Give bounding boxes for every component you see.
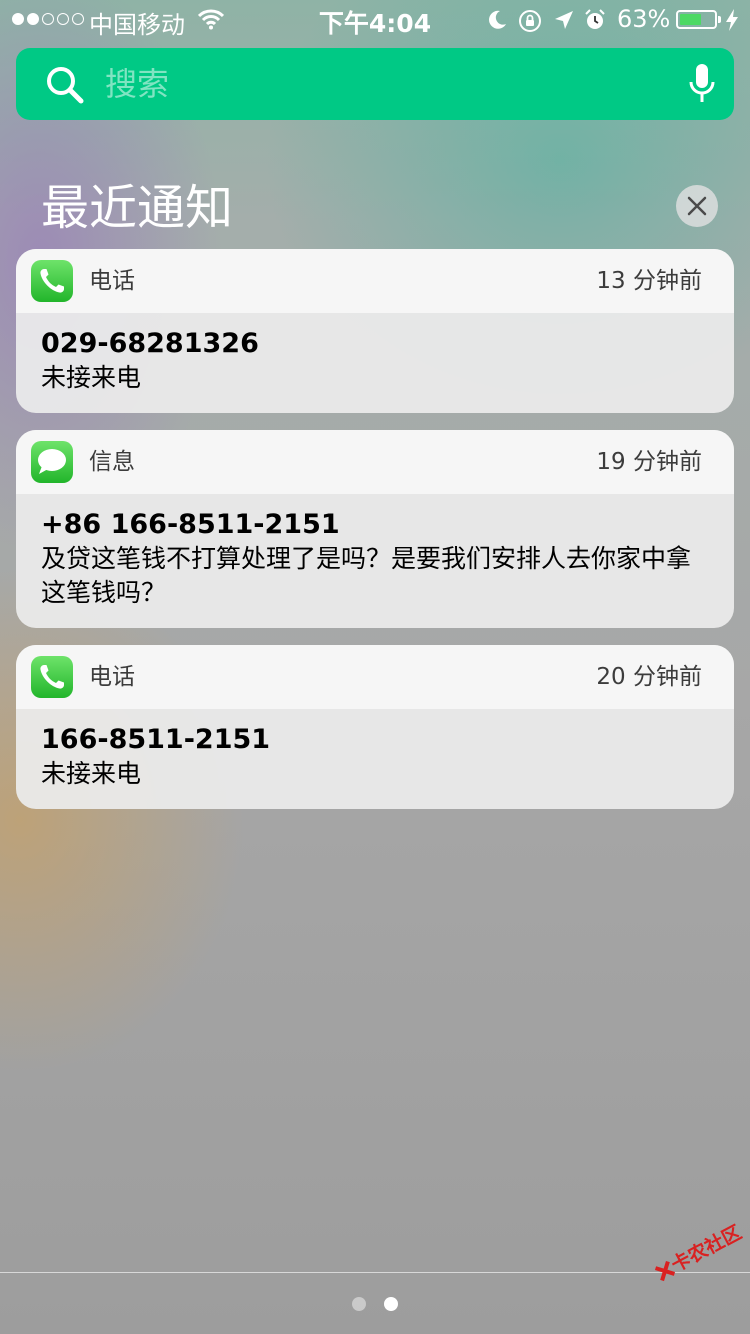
notification-header: 信息 19 分钟前 [16, 430, 734, 494]
section-title: 最近通知 [41, 180, 234, 236]
notification-time: 19 分钟前 [596, 449, 702, 475]
phone-app-icon [31, 656, 73, 698]
search-input[interactable]: 搜索 [105, 64, 169, 104]
app-name: 信息 [89, 449, 135, 475]
notification-message: 及贷这笔钱不打算处理了是吗？是要我们安排人去你家中拿这笔钱吗？ [41, 544, 692, 607]
battery-level [680, 14, 701, 25]
search-bar[interactable]: 搜索 [16, 48, 734, 120]
phone-app-icon [31, 260, 73, 302]
charging-bolt-icon [726, 9, 738, 31]
location-arrow-icon [555, 11, 573, 29]
microphone-icon[interactable] [688, 62, 716, 106]
watermark-logo: 卡农社区 [650, 1218, 746, 1286]
notification-body: 029-68281326 未接来电 [16, 313, 734, 395]
page-indicator-dot-active[interactable] [384, 1297, 398, 1311]
rotation-lock-icon [519, 10, 541, 32]
messages-icon [38, 449, 66, 474]
phone-icon [40, 665, 64, 689]
notification-header: 电话 20 分钟前 [16, 645, 734, 709]
notification-card[interactable]: 电话 13 分钟前 029-68281326 未接来电 [16, 249, 734, 413]
alarm-clock-icon [585, 9, 605, 29]
divider [0, 1272, 750, 1273]
phone-icon [40, 269, 64, 293]
notification-body: 166-8511-2151 未接来电 [16, 709, 734, 791]
app-name: 电话 [89, 268, 135, 294]
notification-body: +86 166-8511-2151 及贷这笔钱不打算处理了是吗？是要我们安排人去… [16, 494, 734, 610]
app-name: 电话 [89, 664, 135, 690]
battery-icon [676, 10, 717, 29]
clear-notifications-button[interactable] [676, 185, 718, 227]
notification-message: 未接来电 [41, 363, 142, 392]
notification-title: 166-8511-2151 [41, 724, 271, 755]
search-icon [47, 67, 84, 104]
status-bar: 中国移动 下午4:04 63% [0, 0, 750, 40]
notification-title: +86 166-8511-2151 [41, 509, 340, 540]
messages-app-icon [31, 441, 73, 483]
battery-cap [718, 16, 721, 23]
notification-time: 13 分钟前 [596, 268, 702, 294]
moon-icon [489, 10, 506, 29]
page-indicator-dot[interactable] [352, 1297, 366, 1311]
notification-card[interactable]: 电话 20 分钟前 166-8511-2151 未接来电 [16, 645, 734, 809]
close-icon [687, 196, 707, 216]
notification-card[interactable]: 信息 19 分钟前 +86 166-8511-2151 及贷这笔钱不打算处理了是… [16, 430, 734, 628]
notification-header: 电话 13 分钟前 [16, 249, 734, 313]
notification-message: 未接来电 [41, 759, 142, 788]
notification-title: 029-68281326 [41, 328, 259, 359]
watermark-text: 卡农社区 [667, 1221, 746, 1277]
battery-percentage: 63% [617, 5, 671, 33]
notification-time: 20 分钟前 [596, 664, 702, 690]
